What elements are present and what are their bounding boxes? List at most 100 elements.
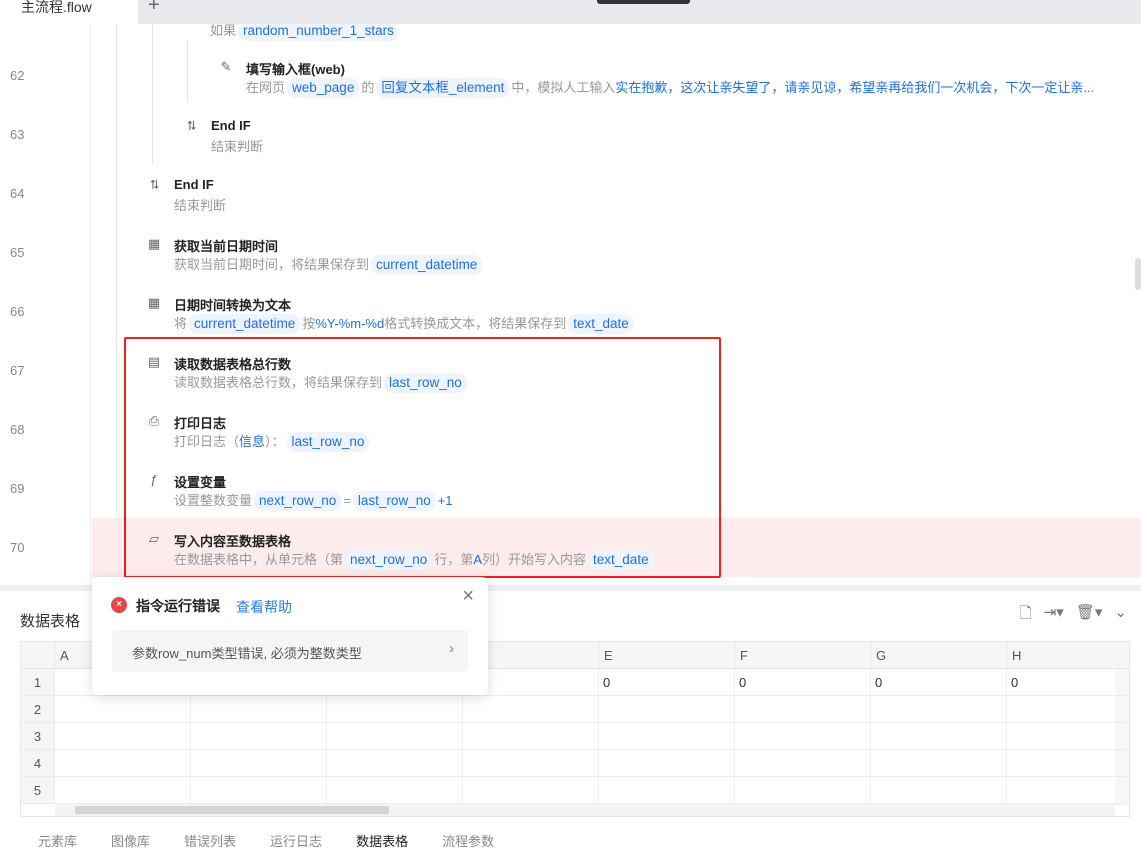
bottom-tab[interactable]: 数据表格	[356, 831, 408, 850]
table-cell[interactable]	[327, 750, 463, 777]
variable-chip[interactable]: current_datetime	[371, 255, 483, 275]
table-cell[interactable]	[871, 696, 1007, 723]
import-icon[interactable]: ⇥▾	[1044, 603, 1064, 628]
close-icon[interactable]: ×	[462, 585, 474, 608]
bottom-tab[interactable]: 图像库	[111, 831, 150, 850]
table-cell[interactable]	[871, 777, 1007, 804]
table-cell[interactable]	[327, 696, 463, 723]
column-header[interactable]: F	[735, 642, 871, 669]
table-cell[interactable]	[735, 777, 871, 804]
step-title: End IF	[174, 177, 214, 192]
variable-chip[interactable]: current_datetime	[189, 314, 301, 334]
column-header[interactable]: E	[599, 642, 735, 669]
table-cell[interactable]	[1007, 777, 1129, 804]
step-title: 获取当前日期时间	[174, 239, 279, 254]
variable-chip[interactable]: web_page	[287, 78, 360, 98]
desc-text: 将	[174, 316, 188, 331]
table-cell[interactable]	[599, 723, 735, 750]
table-cell[interactable]	[463, 750, 599, 777]
help-link[interactable]: 查看帮助	[236, 597, 292, 617]
table-cell[interactable]	[735, 696, 871, 723]
bottom-tab[interactable]: 运行日志	[270, 831, 322, 850]
edit-input-icon: ✎	[220, 59, 232, 74]
calendar-clock-icon: ▦	[147, 236, 161, 251]
bottom-tab[interactable]: 流程参数	[442, 831, 494, 850]
line-number: 70	[10, 540, 25, 555]
table-cell[interactable]	[463, 723, 599, 750]
chevron-right-icon: ›	[449, 640, 454, 657]
error-icon: ×	[111, 597, 127, 613]
row-header[interactable]: 2	[21, 696, 55, 723]
drag-handle[interactable]	[597, 0, 690, 4]
table-cell[interactable]	[191, 723, 327, 750]
desc-text: 格式转换成文本，将结果保存到	[384, 316, 567, 331]
table-cell[interactable]	[191, 696, 327, 723]
table-cell[interactable]	[55, 723, 191, 750]
line-number: 69	[10, 481, 25, 496]
bottom-tab[interactable]: 错误列表	[184, 831, 236, 850]
row-header[interactable]: 3	[21, 723, 55, 750]
grid-corner[interactable]	[21, 642, 55, 669]
variable-chip[interactable]: random_number_1_stars	[238, 21, 399, 41]
table-cell[interactable]	[1007, 723, 1129, 750]
bottom-tabs: 元素库 图像库 错误列表 运行日志 数据表格 流程参数	[38, 831, 494, 850]
table-cell[interactable]	[735, 750, 871, 777]
add-tab-button[interactable]: +	[148, 0, 160, 17]
table-cell[interactable]	[599, 750, 735, 777]
table-cell[interactable]	[599, 777, 735, 804]
table-cell[interactable]	[55, 696, 191, 723]
panel-toolbar: 🗋 ⇥▾ 🗑▾ ⌄	[1020, 603, 1127, 628]
table-cell[interactable]	[735, 723, 871, 750]
line-number: 68	[10, 422, 25, 437]
column-header[interactable]: G	[871, 642, 1007, 669]
grid-horizontal-scrollbar[interactable]	[55, 804, 1115, 816]
table-cell[interactable]	[871, 750, 1007, 777]
tab-bar: 主流程.flow +	[0, 0, 1141, 24]
indent-guide	[116, 24, 117, 579]
variable-chip[interactable]: 回复文本框_element	[376, 78, 510, 98]
table-cell[interactable]	[191, 750, 327, 777]
step-title: 日期时间转换为文本	[174, 298, 292, 313]
desc-text: 如果	[210, 23, 237, 38]
bottom-tab[interactable]: 元素库	[38, 831, 77, 850]
step-description: 结束判断	[211, 137, 263, 157]
step-description: 在网页 web_page 的回复文本框_element 中，模拟人工输入实在抱歉，这次…	[246, 78, 1094, 98]
table-cell[interactable]	[1007, 696, 1129, 723]
trash-icon[interactable]: 🗑▾	[1076, 603, 1103, 628]
table-cell[interactable]: 0	[1007, 669, 1129, 696]
line-number: 67	[10, 363, 25, 378]
table-cell[interactable]	[55, 777, 191, 804]
table-cell[interactable]	[463, 696, 599, 723]
table-cell[interactable]	[871, 723, 1007, 750]
desc-text: 按	[302, 316, 316, 331]
table-cell[interactable]	[327, 777, 463, 804]
variable-chip[interactable]: text_date	[568, 314, 634, 334]
table-cell[interactable]: 0	[735, 669, 871, 696]
row-header[interactable]: 5	[21, 777, 55, 804]
table-cell[interactable]	[55, 750, 191, 777]
tab-label: 主流程.flow	[21, 0, 92, 15]
error-message[interactable]: 参数row_num类型错误, 必须为整数类型 ›	[112, 630, 468, 672]
table-cell[interactable]	[599, 696, 735, 723]
table-cell[interactable]	[191, 777, 327, 804]
error-popup: × 指令运行错误 查看帮助 × 参数row_num类型错误, 必须为整数类型 ›	[92, 577, 488, 695]
vertical-scrollbar[interactable]	[1135, 258, 1141, 290]
table-cell[interactable]	[463, 777, 599, 804]
scroll-thumb[interactable]	[75, 806, 389, 814]
panel-title: 数据表格	[20, 613, 81, 630]
chevron-down-icon[interactable]: ⌄	[1114, 603, 1127, 628]
table-cell[interactable]: 0	[599, 669, 735, 696]
table-cell[interactable]	[1007, 750, 1129, 777]
row-header[interactable]: 1	[21, 669, 55, 696]
column-header[interactable]: H	[1007, 642, 1129, 669]
step-description: 将 current_datetime 按%Y-%m-%d格式转换成文本，将结果保存到…	[174, 314, 636, 334]
step-description: 结束判断	[174, 196, 226, 216]
new-file-icon[interactable]: 🗋	[1020, 603, 1032, 628]
table-cell[interactable]	[327, 723, 463, 750]
highlight-box	[124, 337, 721, 578]
desc-text: 在网页	[246, 80, 286, 95]
step-title: End IF	[211, 118, 251, 133]
tab-main-flow[interactable]: 主流程.flow	[0, 0, 138, 24]
row-header[interactable]: 4	[21, 750, 55, 777]
table-cell[interactable]: 0	[871, 669, 1007, 696]
